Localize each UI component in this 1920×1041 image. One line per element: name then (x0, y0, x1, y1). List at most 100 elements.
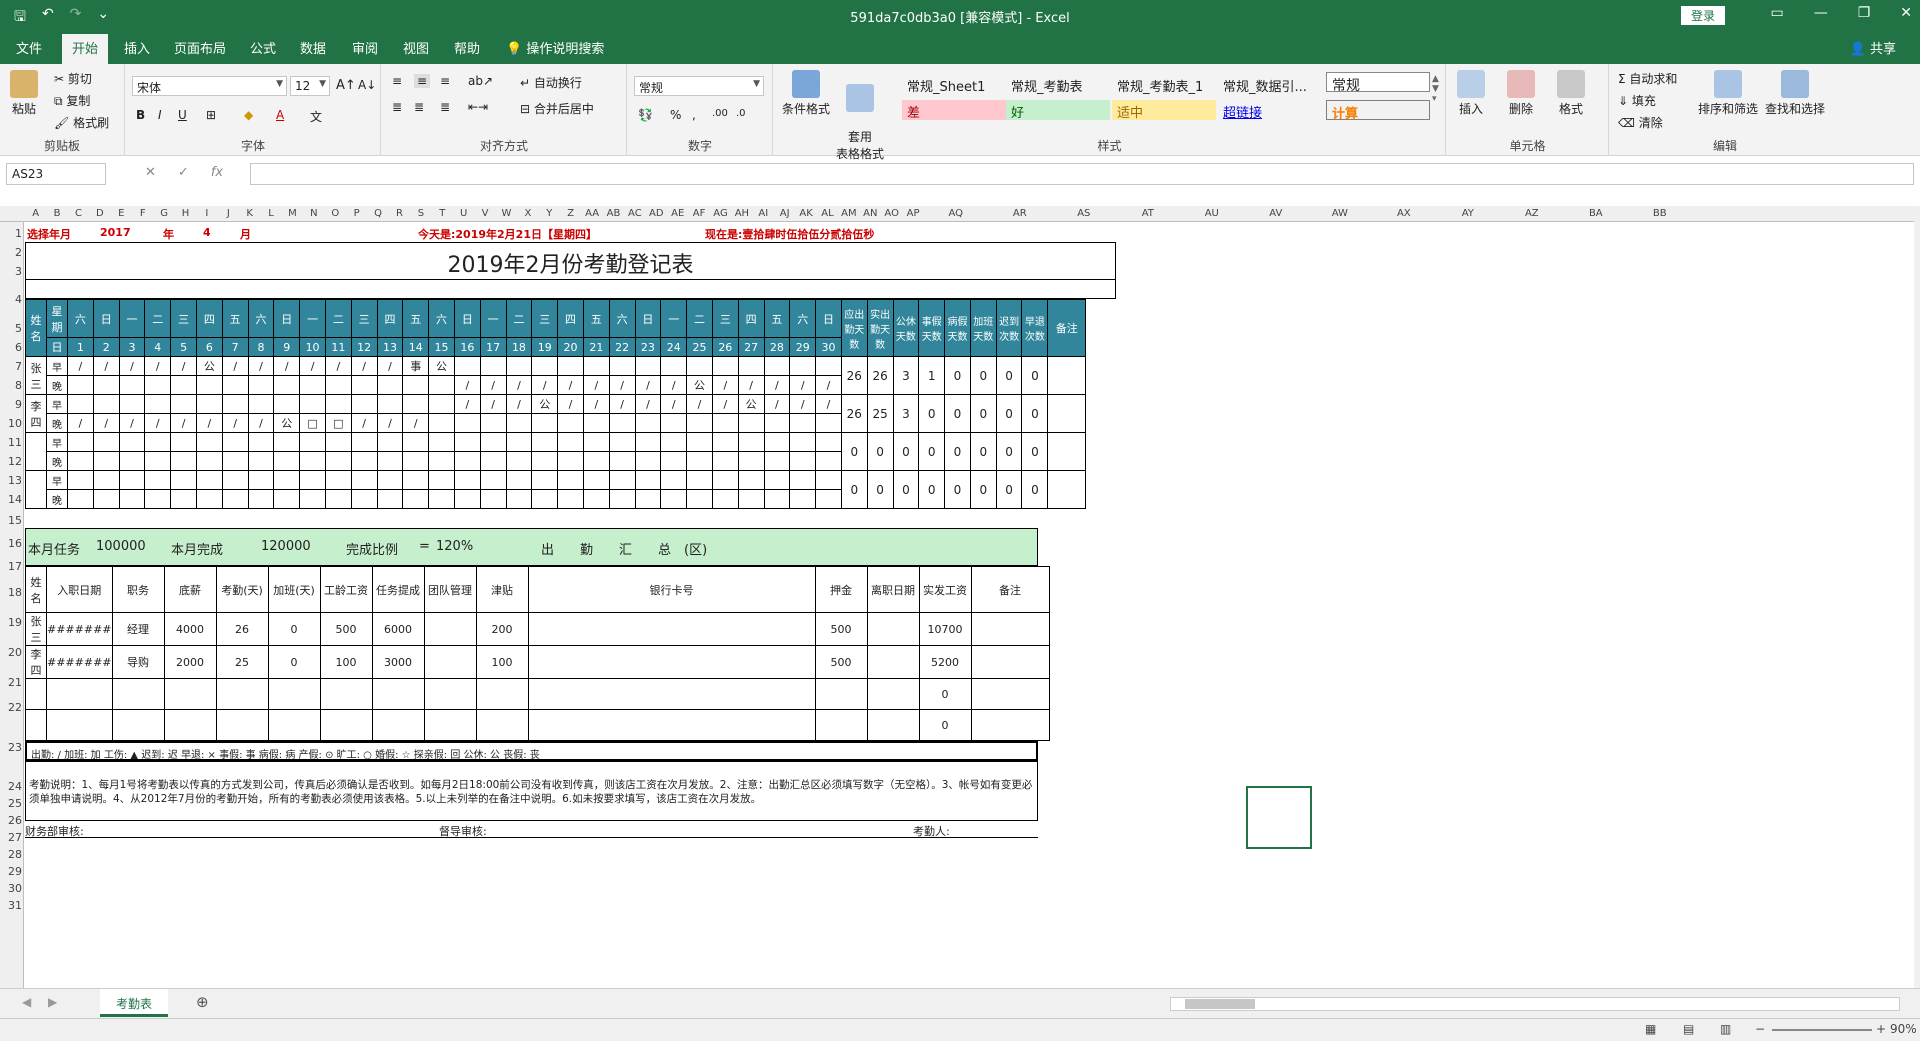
payroll-cell[interactable] (25, 709, 47, 741)
attendance-cell[interactable] (402, 432, 430, 452)
attendance-cell[interactable] (634, 413, 662, 433)
remark-cell[interactable] (1047, 432, 1087, 471)
attendance-cell[interactable] (273, 451, 301, 471)
column-header[interactable]: J (218, 208, 239, 219)
weekday-cell[interactable]: 三 (170, 299, 197, 338)
attendance-cell[interactable] (428, 470, 455, 490)
weekday-cell[interactable]: 六 (789, 299, 817, 338)
attendance-cell[interactable] (789, 451, 817, 471)
attendance-cell[interactable]: 事 (402, 356, 430, 376)
attendance-cell[interactable]: 公 (531, 394, 559, 414)
attendance-cell[interactable] (92, 451, 120, 471)
attendance-cell[interactable]: / (531, 375, 559, 395)
decrease-font-icon[interactable]: A↓ (358, 78, 376, 92)
weekday-header[interactable]: 星期 (46, 299, 68, 338)
day-cell[interactable]: 25 (686, 337, 713, 357)
attendance-cell[interactable] (711, 356, 739, 376)
payroll-cell[interactable]: 0 (918, 678, 972, 710)
column-header[interactable]: AD (646, 208, 667, 219)
column-header[interactable]: AF (688, 208, 709, 219)
stat-value[interactable]: 0 (918, 470, 946, 509)
attendance-cell[interactable]: / (453, 375, 481, 395)
weekday-cell[interactable]: 二 (324, 299, 352, 338)
column-header[interactable]: N (303, 208, 324, 219)
stat-value[interactable]: 0 (995, 394, 1023, 433)
attendance-cell[interactable]: / (660, 375, 688, 395)
attendance-cell[interactable] (221, 394, 249, 414)
column-header[interactable]: AL (817, 208, 838, 219)
attendance-cell[interactable] (453, 432, 481, 452)
payroll-cell[interactable] (371, 678, 425, 710)
attendance-cell[interactable] (505, 432, 533, 452)
attendance-cell[interactable]: / (608, 394, 636, 414)
attendance-cell[interactable] (118, 432, 146, 452)
close-icon[interactable]: ✕ (1900, 5, 1912, 21)
phonetic-icon[interactable]: 文 (310, 108, 322, 125)
day-cell[interactable]: 18 (505, 337, 533, 357)
attendance-cell[interactable] (402, 470, 430, 490)
attendance-cell[interactable] (67, 489, 94, 509)
payroll-cell[interactable]: 500 (319, 612, 373, 646)
payroll-cell[interactable]: 5200 (918, 645, 972, 679)
attendance-cell[interactable] (660, 470, 688, 490)
style-cell-normal-data[interactable]: 常规_数据引... (1218, 74, 1322, 95)
attendance-cell[interactable]: / (118, 413, 146, 433)
shift-label[interactable]: 早 (46, 356, 68, 376)
attendance-cell[interactable] (324, 375, 352, 395)
style-cell-normal-attendance-1[interactable]: 常规_考勤表_1 (1112, 74, 1216, 95)
day-cell[interactable]: 3 (118, 337, 146, 357)
attendance-cell[interactable] (428, 432, 455, 452)
attendance-cell[interactable] (608, 356, 636, 376)
weekday-cell[interactable]: 日 (273, 299, 301, 338)
weekday-cell[interactable]: 一 (118, 299, 146, 338)
styles-scroll-icon[interactable]: ▲ ▼ ▾ (1432, 74, 1439, 104)
payroll-cell[interactable] (970, 645, 1050, 679)
attendance-cell[interactable] (531, 432, 559, 452)
attendance-cell[interactable] (170, 375, 197, 395)
day-cell[interactable]: 12 (350, 337, 378, 357)
shift-label[interactable]: 晚 (46, 489, 68, 509)
attendance-cell[interactable]: / (67, 413, 94, 433)
worksheet-grid[interactable]: A B C D E F G H I J K L M N O P Q R S T U V W X Y Z AA AB AC AD AE AF AG… (0, 206, 1920, 988)
column-header[interactable]: AK (795, 208, 816, 219)
payroll-cell[interactable] (215, 709, 269, 741)
weekday-cell[interactable]: 六 (67, 299, 94, 338)
attendance-cell[interactable] (686, 470, 713, 490)
shift-label[interactable]: 晚 (46, 451, 68, 471)
weekday-cell[interactable]: 五 (582, 299, 610, 338)
payroll-cell[interactable] (814, 709, 868, 741)
attendance-cell[interactable] (582, 413, 610, 433)
row-header[interactable]: 28 (0, 848, 22, 861)
column-header[interactable]: AM (838, 208, 859, 219)
column-header[interactable]: AY (1436, 208, 1500, 219)
attendance-cell[interactable]: / (737, 375, 765, 395)
style-cell-neutral[interactable]: 适中 (1112, 100, 1216, 121)
day-cell[interactable]: 21 (582, 337, 610, 357)
attendance-cell[interactable]: / (686, 394, 713, 414)
column-header[interactable]: AR (988, 208, 1052, 219)
attendance-cell[interactable] (557, 432, 584, 452)
attendance-cell[interactable]: / (453, 394, 481, 414)
style-cell-normal[interactable]: 常规 (1326, 72, 1430, 94)
column-header[interactable]: AP (902, 208, 923, 219)
column-header[interactable]: G (153, 208, 174, 219)
payroll-cell[interactable] (163, 678, 217, 710)
selected-cell[interactable] (1246, 786, 1312, 849)
conditional-format-button[interactable]: 条件格式 (782, 70, 830, 117)
stat-value[interactable]: 0 (969, 432, 997, 471)
attendance-cell[interactable] (634, 451, 662, 471)
stat-value[interactable]: 0 (944, 432, 971, 471)
attendance-cell[interactable] (92, 432, 120, 452)
format-cells-button[interactable]: 格式 (1557, 70, 1585, 117)
attendance-cell[interactable]: 公 (195, 356, 223, 376)
shift-label[interactable]: 早 (46, 432, 68, 452)
insert-cells-button[interactable]: 插入 (1457, 70, 1485, 117)
zoom-level[interactable]: 90% (1890, 1022, 1917, 1036)
attendance-cell[interactable] (118, 451, 146, 471)
attendance-cell[interactable] (505, 489, 533, 509)
attendance-cell[interactable] (557, 489, 584, 509)
payroll-cell[interactable] (527, 678, 816, 710)
row-header[interactable]: 8 (0, 379, 22, 392)
payroll-cell[interactable] (970, 709, 1050, 741)
row-header[interactable]: 24 (0, 780, 22, 793)
